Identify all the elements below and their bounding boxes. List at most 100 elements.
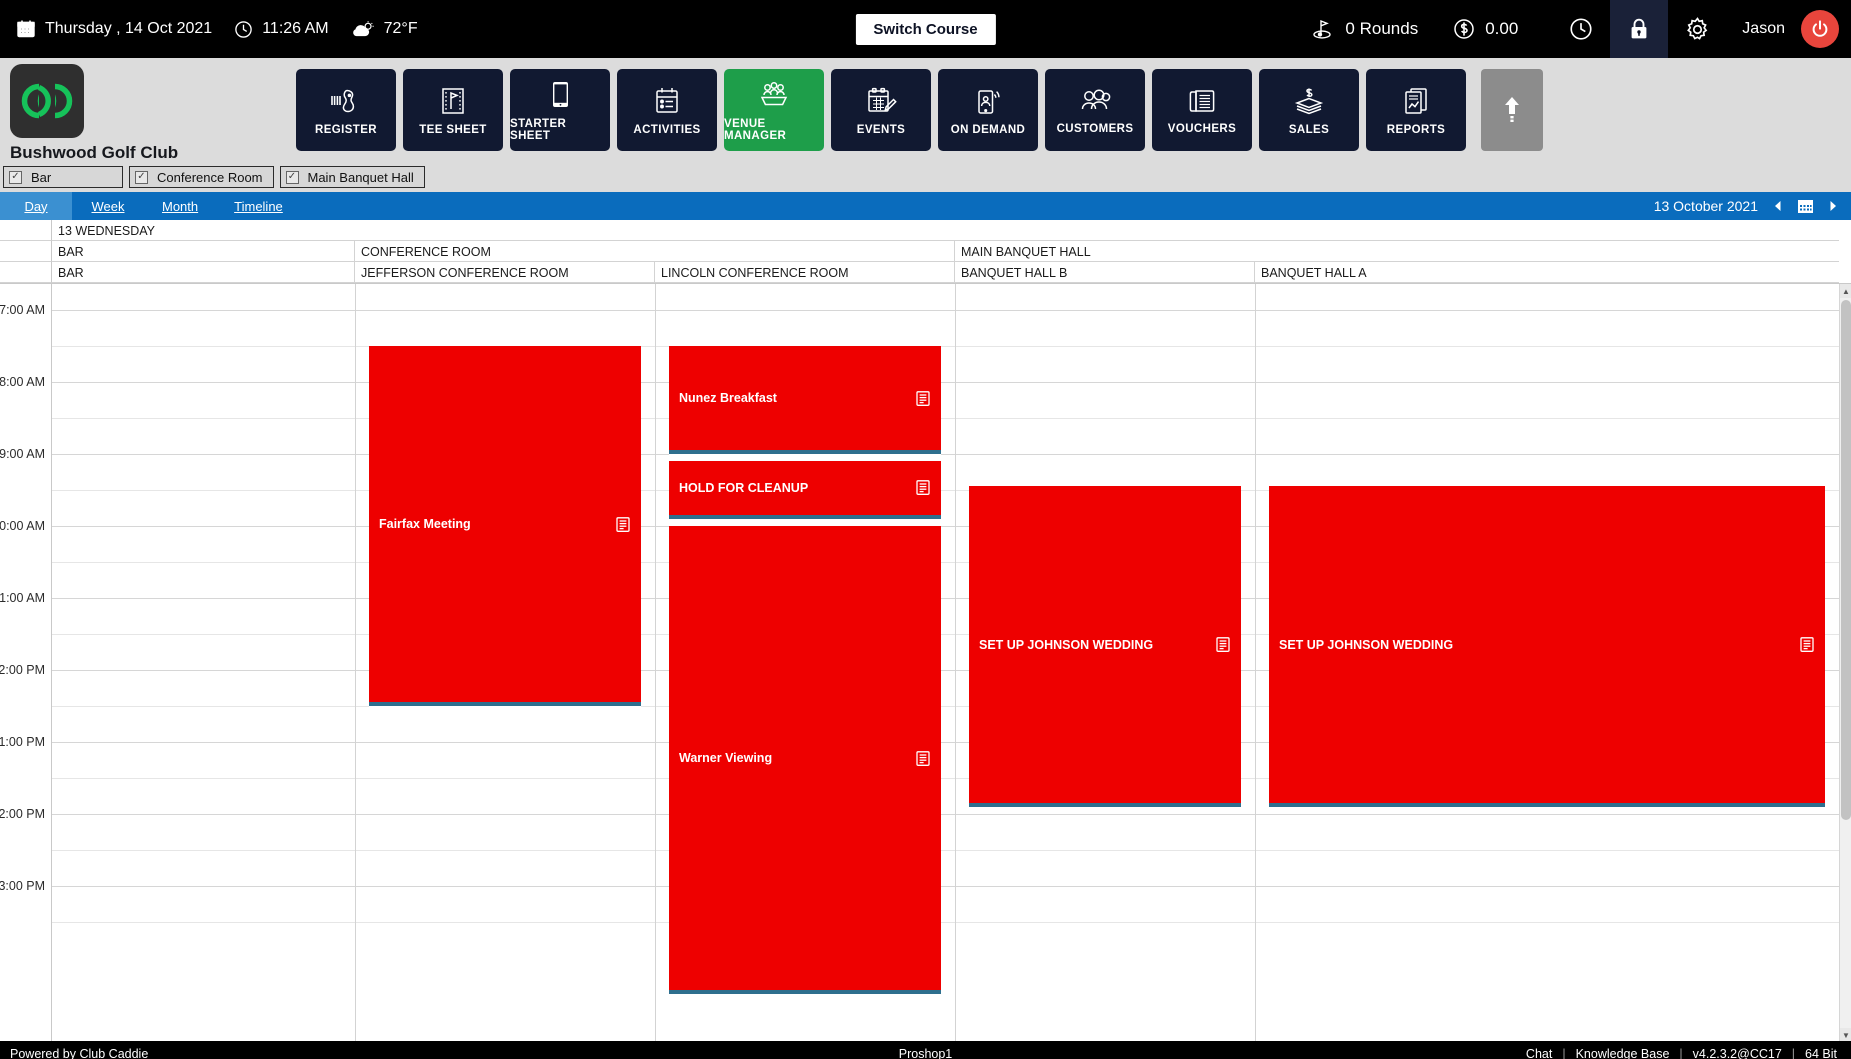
hour-line [52, 886, 1851, 887]
gear-icon [1684, 16, 1711, 43]
nav-tab-activities[interactable]: ACTIVITIES [617, 69, 717, 151]
footer-links: Chat | Knowledge Base | v4.2.3.2@CC17 | … [1526, 1047, 1851, 1059]
day-header-cell: 13 WEDNESDAY [52, 220, 1839, 241]
vertical-scrollbar[interactable]: ▲ ▼ [1839, 284, 1851, 1041]
nav-tab-customers[interactable]: CUSTOMERS [1045, 69, 1145, 151]
money-stack-icon [1292, 85, 1326, 117]
notes-icon[interactable] [615, 516, 631, 533]
prev-date-button[interactable] [1772, 200, 1783, 212]
footer-bar: Powered by Club Caddie Proshop1 Chat | K… [0, 1041, 1851, 1059]
half-hour-line [52, 850, 1851, 851]
terminal-label: Proshop1 [898, 1047, 953, 1059]
chat-link[interactable]: Chat [1526, 1047, 1552, 1059]
voucher-icon [1186, 86, 1218, 116]
filter-chip-bar[interactable]: ✓ Bar [3, 166, 123, 188]
lock-icon [1627, 16, 1651, 42]
nav-tab-label: REGISTER [315, 123, 377, 136]
view-tab-day[interactable]: Day [0, 192, 72, 220]
power-button[interactable] [1801, 10, 1839, 48]
flag-sheet-icon [438, 85, 468, 117]
event-title: Warner Viewing [679, 751, 773, 765]
venue-group-bar: BAR [52, 241, 355, 262]
view-tab-month[interactable]: Month [144, 192, 216, 220]
filter-label: Conference Room [157, 169, 263, 185]
resource-header-row: BAR JEFFERSON CONFERENCE ROOM LINCOLN CO… [0, 262, 1851, 283]
event-title: Fairfax Meeting [379, 517, 471, 531]
nav-tab-on-demand[interactable]: ON DEMAND [938, 69, 1038, 151]
calendar-event[interactable]: Fairfax Meeting [369, 346, 641, 706]
venue-group-conference-room: CONFERENCE ROOM [355, 241, 955, 262]
clock-icon [234, 20, 253, 39]
calendar-event[interactable]: Warner Viewing [669, 526, 941, 994]
weather-text: 72°F [383, 20, 418, 37]
partly-cloudy-icon [351, 20, 375, 39]
scrollbar-thumb[interactable] [1841, 300, 1851, 820]
checkbox-checked-icon[interactable]: ✓ [135, 170, 148, 184]
nav-tab-register[interactable]: REGISTER [296, 69, 396, 151]
column-divider [355, 284, 356, 1041]
calendar-grid[interactable]: Fairfax Meeting Nunez Breakfast HOLD FOR C… [52, 284, 1851, 1041]
scroll-down-arrow[interactable]: ▼ [1840, 1028, 1851, 1041]
upload-button[interactable] [1481, 69, 1543, 151]
nav-tab-sales[interactable]: SALES [1259, 69, 1359, 151]
calendar-pencil-icon [865, 85, 897, 117]
notes-icon[interactable] [915, 390, 931, 407]
money-stat: 0.00 [1452, 17, 1518, 41]
hour-line [52, 454, 1851, 455]
filter-chip-conference-room[interactable]: ✓ Conference Room [129, 166, 274, 188]
time-label: 1:00 PM [0, 735, 45, 749]
hour-line [52, 310, 1851, 311]
nav-tab-starter-sheet[interactable]: STARTER SHEET [510, 69, 610, 151]
settings-button[interactable] [1668, 0, 1726, 58]
view-tab-week[interactable]: Week [72, 192, 144, 220]
next-date-button[interactable] [1828, 200, 1839, 212]
calendar-event[interactable]: HOLD FOR CLEANUP [669, 461, 941, 519]
club-name: Bushwood Golf Club [10, 143, 179, 162]
filter-label: Main Banquet Hall [307, 169, 414, 185]
notes-icon[interactable] [915, 479, 931, 496]
date-navigation: 13 October 2021 [1654, 198, 1851, 214]
switch-course-button[interactable]: Switch Course [855, 13, 996, 45]
knowledge-base-link[interactable]: Knowledge Base [1576, 1047, 1670, 1059]
switch-course-container: Switch Course [855, 13, 996, 45]
checkbox-checked-icon[interactable]: ✓ [285, 170, 299, 184]
nav-tab-venue-manager[interactable]: VENUE MANAGER [724, 69, 824, 151]
nav-tabs: REGISTER TEE SHEET STARTER SHEET ACTIVIT… [296, 69, 1543, 151]
notes-icon[interactable] [1215, 636, 1231, 653]
nav-tab-label: REPORTS [1386, 123, 1446, 136]
filter-chip-main-banquet-hall[interactable]: ✓ Main Banquet Hall [279, 166, 425, 188]
top-bar-right: 0 Rounds 0.00 Jason [1312, 0, 1851, 58]
lock-button[interactable] [1610, 0, 1669, 58]
notes-icon[interactable] [1799, 636, 1815, 653]
calendar-event[interactable]: SET UP JOHNSON WEDDING [969, 486, 1241, 807]
calendar-event[interactable]: Nunez Breakfast [669, 346, 941, 454]
nav-tab-label: VOUCHERS [1167, 122, 1237, 135]
view-bar: Day Week Month Timeline 13 October 2021 [0, 192, 1851, 220]
date-display: Thursday , 14 Oct 2021 [16, 19, 212, 39]
calendar-event[interactable]: SET UP JOHNSON WEDDING [1269, 486, 1825, 807]
nav-tab-vouchers[interactable]: VOUCHERS [1152, 69, 1252, 151]
view-tab-timeline[interactable]: Timeline [216, 192, 301, 220]
date-picker-button[interactable] [1797, 198, 1814, 214]
nav-strip: Bushwood Golf Club REGISTER TEE SHEET ST… [0, 58, 1851, 162]
checkbox-checked-icon[interactable]: ✓ [9, 170, 22, 184]
clock-history-button[interactable] [1552, 0, 1610, 58]
event-title: SET UP JOHNSON WEDDING [979, 637, 1154, 652]
nav-tab-events[interactable]: EVENTS [831, 69, 931, 151]
half-hour-line [52, 922, 1851, 923]
date-text: Thursday , 14 Oct 2021 [45, 20, 213, 37]
brand-block: Bushwood Golf Club [0, 58, 296, 163]
nav-tab-label: VENUE MANAGER [724, 117, 787, 142]
event-title: Nunez Breakfast [679, 391, 777, 405]
footer-separator: | [1562, 1047, 1566, 1059]
scroll-up-arrow[interactable]: ▲ [1840, 284, 1851, 298]
nav-tab-tee-sheet[interactable]: TEE SHEET [403, 69, 503, 151]
mobile-signal-icon [973, 85, 1003, 117]
nav-tab-label: EVENTS [856, 123, 906, 136]
username-label[interactable]: Jason [1726, 20, 1801, 38]
time-label: 11:00 AM [0, 591, 45, 605]
notes-icon[interactable] [915, 750, 931, 767]
nav-tab-reports[interactable]: REPORTS [1366, 69, 1466, 151]
calendar-view: 13 WEDNESDAY BAR CONFERENCE ROOM MAIN BA… [0, 220, 1851, 1041]
time-label: 2:00 PM [0, 807, 45, 821]
